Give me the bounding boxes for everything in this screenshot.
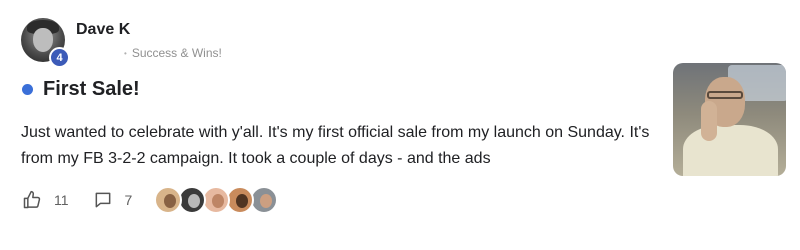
reactor-avatar[interactable] [226, 186, 255, 214]
comment-count: 7 [124, 192, 133, 208]
category-label[interactable]: Success & Wins! [132, 46, 222, 60]
thumbs-up-icon [23, 190, 41, 209]
thumbnail-glasses-shape [707, 91, 743, 99]
avatar-face-shape [33, 28, 53, 52]
reactor-avatar-face-shape [236, 194, 249, 208]
author-name[interactable]: Dave K [76, 21, 130, 39]
thumbnail-hand-shape [701, 101, 717, 141]
like-button[interactable]: 11 [22, 190, 69, 210]
reactor-avatar-face-shape [164, 194, 177, 208]
post-title[interactable]: First Sale! [43, 78, 140, 101]
post-card[interactable]: 4 Dave K • Success & Wins! First Sale! J… [0, 0, 800, 250]
level-badge: 4 [49, 47, 70, 68]
reactor-avatar[interactable] [154, 186, 183, 214]
post-meta: • Success & Wins! [124, 46, 222, 60]
comment-bubble-icon [95, 192, 110, 208]
reactor-avatars[interactable] [154, 186, 279, 214]
unread-dot-icon [22, 84, 33, 95]
reactor-avatar-face-shape [212, 194, 225, 208]
reactor-avatar[interactable] [178, 186, 207, 214]
separator-dot: • [124, 48, 127, 58]
reactor-avatar-face-shape [260, 194, 273, 208]
comment-button[interactable]: 7 [93, 190, 133, 210]
reactor-avatar[interactable] [202, 186, 231, 214]
thumbnail-shirt-shape [683, 125, 778, 176]
post-thumbnail[interactable] [673, 63, 786, 176]
reactor-avatar[interactable] [250, 186, 279, 214]
title-row[interactable]: First Sale! [22, 78, 140, 101]
post-body[interactable]: Just wanted to celebrate with y'all. It'… [21, 120, 651, 172]
reactor-avatar-face-shape [188, 194, 201, 208]
like-count: 11 [54, 192, 69, 208]
post-footer: 11 7 [22, 186, 279, 214]
